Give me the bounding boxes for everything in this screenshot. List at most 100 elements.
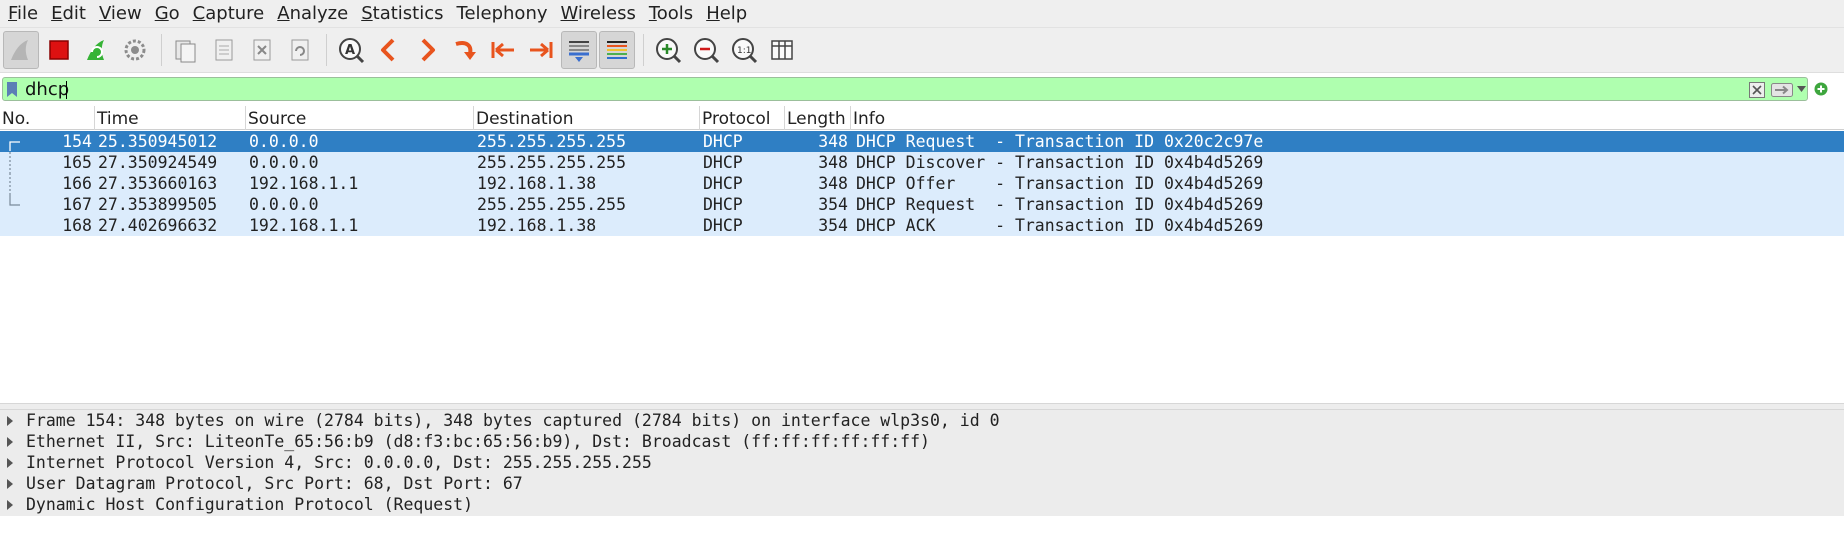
packet-info: DHCP Request - Transaction ID 0x20c2c97e bbox=[856, 132, 1264, 151]
last-packet-icon bbox=[530, 42, 553, 58]
menu-go[interactable]: Go bbox=[151, 0, 189, 28]
packet-length: 348 bbox=[818, 153, 848, 172]
display-filter-input[interactable]: dhcp bbox=[2, 77, 1808, 101]
tree-item-label: Frame 154: 348 bytes on wire (2784 bits)… bbox=[26, 411, 1000, 430]
bookmark-icon[interactable] bbox=[6, 81, 18, 98]
zoom-in-button[interactable] bbox=[650, 31, 686, 69]
open-file-button[interactable] bbox=[168, 31, 204, 69]
packet-info: DHCP Offer - Transaction ID 0x4b4d5269 bbox=[856, 174, 1264, 193]
menubar: File Edit View Go Capture Analyze Statis… bbox=[0, 0, 1844, 28]
menu-telephony[interactable]: Telephony bbox=[453, 0, 557, 28]
svg-text:1:1: 1:1 bbox=[737, 46, 751, 56]
add-filter-button-icon[interactable] bbox=[1813, 81, 1829, 97]
menu-statistics[interactable]: Statistics bbox=[357, 0, 452, 28]
save-file-button[interactable] bbox=[206, 31, 242, 69]
capture-options-icon bbox=[124, 39, 146, 61]
find-packet-button[interactable]: A bbox=[333, 31, 369, 69]
packet-time: 27.353660163 bbox=[98, 174, 218, 193]
go-back-button[interactable] bbox=[371, 31, 407, 69]
expand-arrow-icon[interactable] bbox=[6, 458, 14, 468]
resize-columns-button[interactable] bbox=[764, 31, 800, 69]
tree-item-ipv4[interactable]: Internet Protocol Version 4, Src: 0.0.0.… bbox=[0, 452, 1844, 473]
packet-time: 25.350945012 bbox=[98, 132, 218, 151]
start-capture-button[interactable] bbox=[3, 31, 39, 69]
resize-columns-icon bbox=[771, 40, 793, 60]
expand-arrow-icon[interactable] bbox=[6, 437, 14, 447]
packet-row[interactable]: 154 25.350945012 0.0.0.0 255.255.255.255… bbox=[0, 131, 1844, 152]
packet-no: 168 bbox=[62, 216, 92, 235]
packet-source: 0.0.0.0 bbox=[249, 153, 319, 172]
expand-arrow-icon[interactable] bbox=[6, 416, 14, 426]
packet-info: DHCP ACK - Transaction ID 0x4b4d5269 bbox=[856, 216, 1264, 235]
filter-text: dhcp bbox=[25, 79, 70, 100]
packet-time: 27.353899505 bbox=[98, 195, 218, 214]
colorize-button[interactable] bbox=[599, 31, 635, 69]
packet-source: 192.168.1.1 bbox=[249, 216, 359, 235]
expand-arrow-icon[interactable] bbox=[6, 479, 14, 489]
tree-item-label: Dynamic Host Configuration Protocol (Req… bbox=[26, 495, 474, 514]
column-header-length[interactable]: Length bbox=[785, 106, 851, 130]
menu-file[interactable]: File bbox=[4, 0, 47, 28]
tree-item-dhcp[interactable]: Dynamic Host Configuration Protocol (Req… bbox=[0, 494, 1844, 515]
toolbar-separator bbox=[326, 34, 327, 66]
packet-destination: 255.255.255.255 bbox=[477, 195, 627, 214]
zoom-out-button[interactable] bbox=[688, 31, 724, 69]
expand-arrow-icon[interactable] bbox=[6, 500, 14, 510]
column-header-time[interactable]: Time bbox=[95, 106, 246, 130]
packet-row[interactable]: 165 27.350924549 0.0.0.0 255.255.255.255… bbox=[0, 152, 1844, 173]
packet-info: DHCP Request - Transaction ID 0x4b4d5269 bbox=[856, 195, 1264, 214]
save-file-icon bbox=[215, 39, 233, 61]
packet-row[interactable]: 168 27.402696632 192.168.1.1 192.168.1.3… bbox=[0, 215, 1844, 236]
packet-protocol: DHCP bbox=[703, 153, 743, 172]
packet-time: 27.402696632 bbox=[98, 216, 218, 235]
packet-no: 154 bbox=[62, 132, 92, 151]
packet-destination: 192.168.1.38 bbox=[477, 174, 597, 193]
menu-wireless[interactable]: Wireless bbox=[557, 0, 645, 28]
tree-item-frame[interactable]: Frame 154: 348 bytes on wire (2784 bits)… bbox=[0, 410, 1844, 431]
menu-help[interactable]: Help bbox=[702, 0, 756, 28]
restart-capture-button[interactable] bbox=[79, 31, 115, 69]
stop-capture-button[interactable] bbox=[41, 31, 77, 69]
main-toolbar: A 1:1 bbox=[0, 28, 1844, 73]
first-packet-button[interactable] bbox=[485, 31, 521, 69]
packet-destination: 255.255.255.255 bbox=[477, 153, 627, 172]
pane-splitter[interactable] bbox=[0, 403, 1844, 410]
close-file-button[interactable] bbox=[244, 31, 280, 69]
menu-view[interactable]: View bbox=[95, 0, 151, 28]
reload-file-button[interactable] bbox=[282, 31, 318, 69]
column-header-destination[interactable]: Destination bbox=[474, 106, 700, 130]
go-forward-button[interactable] bbox=[409, 31, 445, 69]
clear-filter-icon[interactable] bbox=[1749, 82, 1765, 98]
apply-filter-icon[interactable] bbox=[1771, 83, 1793, 97]
packet-protocol: DHCP bbox=[703, 195, 743, 214]
chevron-down-icon[interactable] bbox=[1797, 86, 1806, 93]
zoom-out-icon bbox=[694, 38, 720, 64]
column-header-no[interactable]: No. bbox=[0, 106, 95, 130]
menu-tools[interactable]: Tools bbox=[645, 0, 702, 28]
last-packet-button[interactable] bbox=[523, 31, 559, 69]
capture-options-button[interactable] bbox=[117, 31, 153, 69]
packet-details-pane: Frame 154: 348 bytes on wire (2784 bits)… bbox=[0, 410, 1844, 516]
tree-item-udp[interactable]: User Datagram Protocol, Src Port: 68, Ds… bbox=[0, 473, 1844, 494]
packet-row[interactable]: 166 27.353660163 192.168.1.1 192.168.1.3… bbox=[0, 173, 1844, 194]
menu-analyze[interactable]: Analyze bbox=[273, 0, 357, 28]
packet-row[interactable]: 167 27.353899505 0.0.0.0 255.255.255.255… bbox=[0, 194, 1844, 215]
column-header-source[interactable]: Source bbox=[246, 106, 474, 130]
packet-list-header: No. Time Source Destination Protocol Len… bbox=[0, 106, 1844, 130]
menu-edit[interactable]: Edit bbox=[47, 0, 95, 28]
tree-item-label: Internet Protocol Version 4, Src: 0.0.0.… bbox=[26, 453, 652, 472]
tree-item-label: User Datagram Protocol, Src Port: 68, Ds… bbox=[26, 474, 523, 493]
packet-list: 154 25.350945012 0.0.0.0 255.255.255.255… bbox=[0, 131, 1844, 236]
auto-scroll-button[interactable] bbox=[561, 31, 597, 69]
auto-scroll-icon bbox=[569, 41, 589, 62]
text-cursor bbox=[66, 81, 67, 99]
menu-capture[interactable]: Capture bbox=[189, 0, 274, 28]
normal-size-button[interactable]: 1:1 bbox=[726, 31, 762, 69]
open-file-icon bbox=[175, 40, 196, 63]
column-header-protocol[interactable]: Protocol bbox=[700, 106, 785, 130]
tree-item-ethernet[interactable]: Ethernet II, Src: LiteonTe_65:56:b9 (d8:… bbox=[0, 431, 1844, 452]
go-forward-icon bbox=[421, 38, 435, 62]
go-to-packet-button[interactable] bbox=[447, 31, 483, 69]
packet-time: 27.350924549 bbox=[98, 153, 218, 172]
column-header-info[interactable]: Info bbox=[851, 106, 1844, 130]
